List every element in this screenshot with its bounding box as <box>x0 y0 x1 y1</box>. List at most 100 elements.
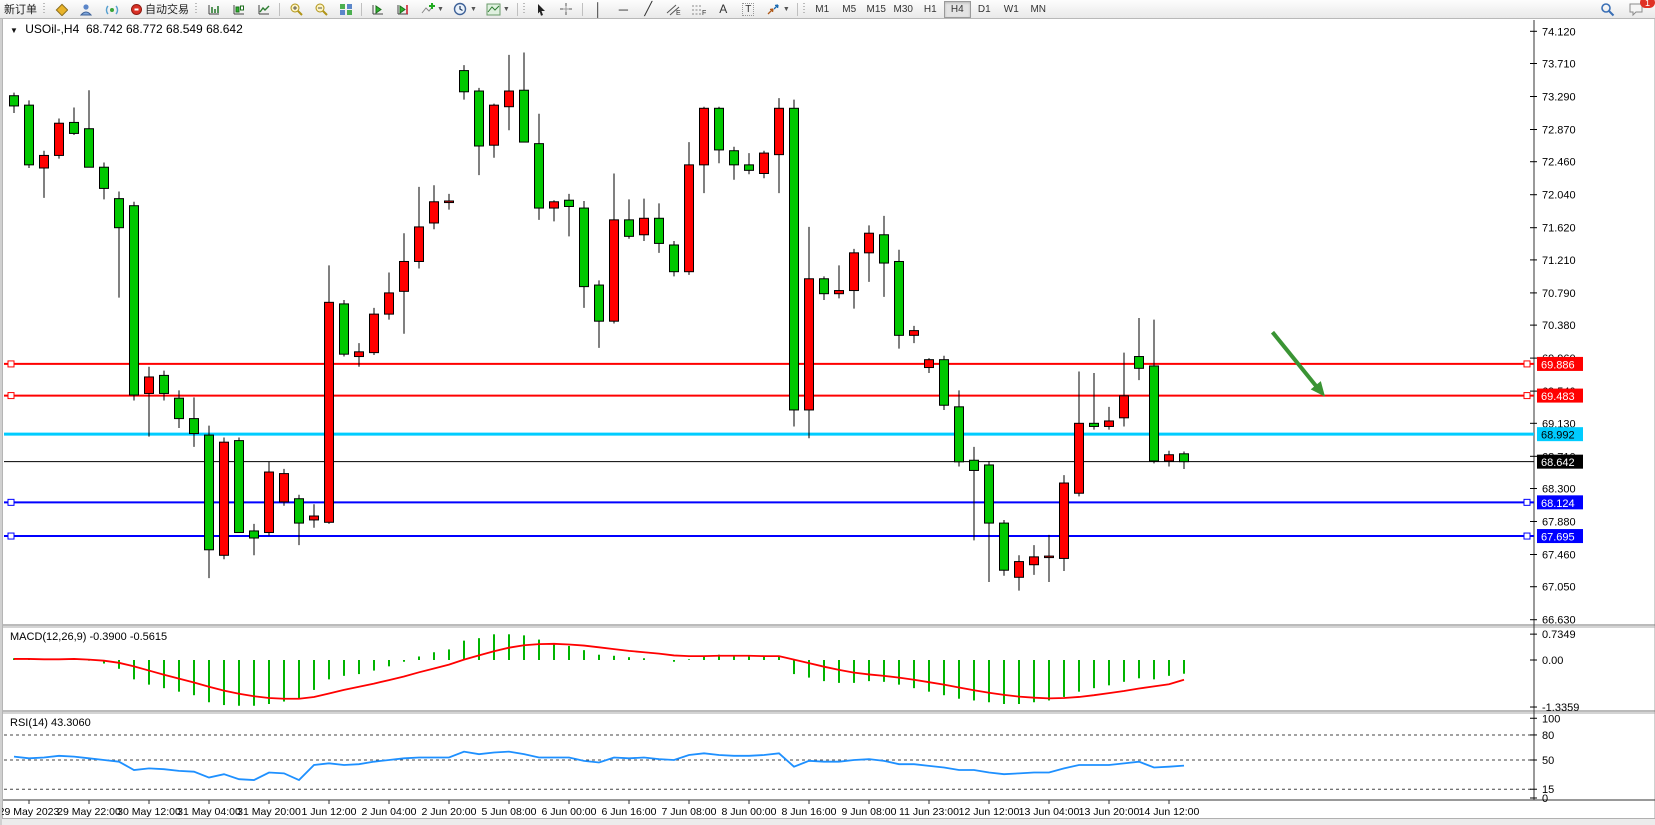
candle <box>655 203 664 252</box>
candle <box>85 90 94 167</box>
candle <box>595 280 604 348</box>
new-chart-icon[interactable] <box>49 1 74 17</box>
tile-windows-icon[interactable] <box>333 1 358 17</box>
line-handle[interactable] <box>1524 533 1530 539</box>
toolbar-separator <box>361 3 362 16</box>
crosshair-icon[interactable] <box>554 1 579 17</box>
time-tick-label: 6 Jun 16:00 <box>602 806 657 818</box>
candle <box>295 495 304 545</box>
periods-button[interactable]: ▼ <box>448 1 481 17</box>
candle <box>610 173 619 323</box>
cursor-icon[interactable] <box>529 1 554 17</box>
candle <box>40 151 49 198</box>
timeframe-d1[interactable]: D1 <box>971 1 998 18</box>
price-tick-label: 74.120 <box>1542 26 1576 38</box>
candlestick-chart-icon[interactable] <box>226 1 251 17</box>
trendline-icon[interactable]: ╱ <box>636 1 661 17</box>
timeframe-m30[interactable]: M30 <box>890 1 917 18</box>
candle <box>130 202 139 401</box>
toolbar-separator <box>582 3 583 16</box>
timeframe-m15[interactable]: M15 <box>863 1 890 18</box>
price-tag-label: 67.695 <box>1541 532 1575 544</box>
price-tick-label: 70.380 <box>1542 320 1576 332</box>
timeframe-h1[interactable]: H1 <box>917 1 944 18</box>
price-tick-label: 72.870 <box>1542 125 1576 137</box>
auto-trading-button[interactable]: 自动交易 <box>124 1 193 17</box>
candle <box>970 447 979 540</box>
bar-chart-icon[interactable] <box>201 1 226 17</box>
price-tag-label: 68.992 <box>1541 430 1575 442</box>
notification-badge: 1 <box>1640 0 1655 8</box>
timeframe-m5[interactable]: M5 <box>836 1 863 18</box>
timeframe-mn[interactable]: MN <box>1025 1 1052 18</box>
time-tick-label: 31 May 20:00 <box>237 806 301 818</box>
timeframe-h4[interactable]: H4 <box>944 1 971 18</box>
auto-scroll-icon[interactable] <box>365 1 390 17</box>
notifications-icon[interactable]: 1 <box>1624 1 1649 17</box>
line-handle[interactable] <box>1524 393 1530 399</box>
candle <box>250 524 259 555</box>
templates-button[interactable]: ▼ <box>481 1 514 17</box>
profiles-icon[interactable] <box>74 1 99 17</box>
zoom-in-icon[interactable] <box>283 1 308 17</box>
chart-shift-icon[interactable] <box>390 1 415 17</box>
toolbar-grip <box>43 3 47 15</box>
candle <box>1075 371 1084 496</box>
search-icon[interactable] <box>1595 1 1620 17</box>
candle <box>100 162 109 199</box>
line-handle[interactable] <box>8 361 14 367</box>
rsi-tick-label: 50 <box>1542 755 1554 767</box>
candle <box>385 272 394 319</box>
macd-tick-label: -1.3359 <box>1542 702 1579 714</box>
new-order-button[interactable]: 新订单 <box>0 1 41 17</box>
candle <box>835 265 844 298</box>
time-tick-label: 8 Jun 16:00 <box>782 806 837 818</box>
line-handle[interactable] <box>1524 499 1530 505</box>
candle <box>940 356 949 410</box>
text-icon[interactable]: A <box>711 1 736 17</box>
line-handle[interactable] <box>1524 361 1530 367</box>
indicators-button[interactable]: ▼ <box>415 1 448 17</box>
chevron-down-icon[interactable]: ▼ <box>10 26 18 35</box>
candle <box>1150 320 1159 464</box>
candle <box>760 151 769 178</box>
fibonacci-icon[interactable]: F <box>686 1 711 17</box>
candle <box>850 249 859 309</box>
price-tick-label: 67.880 <box>1542 517 1576 529</box>
line-handle[interactable] <box>8 393 14 399</box>
line-handle[interactable] <box>8 533 14 539</box>
timeframe-m1[interactable]: M1 <box>809 1 836 18</box>
line-handle[interactable] <box>8 499 14 505</box>
time-tick-label: 6 Jun 00:00 <box>542 806 597 818</box>
line-chart-icon[interactable] <box>251 1 276 17</box>
arrows-tool-button[interactable]: ▼ <box>761 1 794 17</box>
signals-icon[interactable] <box>99 1 124 17</box>
macd-indicator-label: MACD(12,26,9) -0.3900 -0.5615 <box>10 631 167 643</box>
time-tick-label: 13 Jun 20:00 <box>1079 806 1140 818</box>
candle <box>805 227 814 438</box>
candle <box>1090 373 1099 430</box>
mt4-terminal: 新订单 自动交易 <box>0 0 1655 825</box>
candle <box>340 300 349 357</box>
chart-plot[interactable]: 74.12073.71073.29072.87072.46072.04071.6… <box>2 18 1655 825</box>
candle <box>820 276 829 300</box>
vertical-line-icon[interactable]: │ <box>586 1 611 17</box>
candle <box>70 108 79 135</box>
macd-signal-line <box>14 644 1184 699</box>
text-label-icon[interactable]: T <box>736 1 761 17</box>
price-tick-label: 72.460 <box>1542 157 1576 169</box>
chart-title-bar[interactable]: ▼ USOil-,H4 68.742 68.772 68.549 68.642 <box>10 22 243 36</box>
horizontal-line-icon[interactable]: ─ <box>611 1 636 17</box>
rsi-tick-label: 80 <box>1542 730 1554 742</box>
time-tick-label: 29 May 22:00 <box>57 806 121 818</box>
price-tick-label: 73.290 <box>1542 92 1576 104</box>
price-tick-label: 67.050 <box>1542 582 1576 594</box>
time-tick-label: 8 Jun 00:00 <box>722 806 777 818</box>
macd-tick-label: 0.00 <box>1542 655 1563 667</box>
candle <box>235 437 244 532</box>
zoom-out-icon[interactable] <box>308 1 333 17</box>
candle <box>1135 318 1144 380</box>
equidistant-channel-icon[interactable]: E <box>661 1 686 17</box>
timeframe-w1[interactable]: W1 <box>998 1 1025 18</box>
toolbar-grip <box>523 3 527 15</box>
